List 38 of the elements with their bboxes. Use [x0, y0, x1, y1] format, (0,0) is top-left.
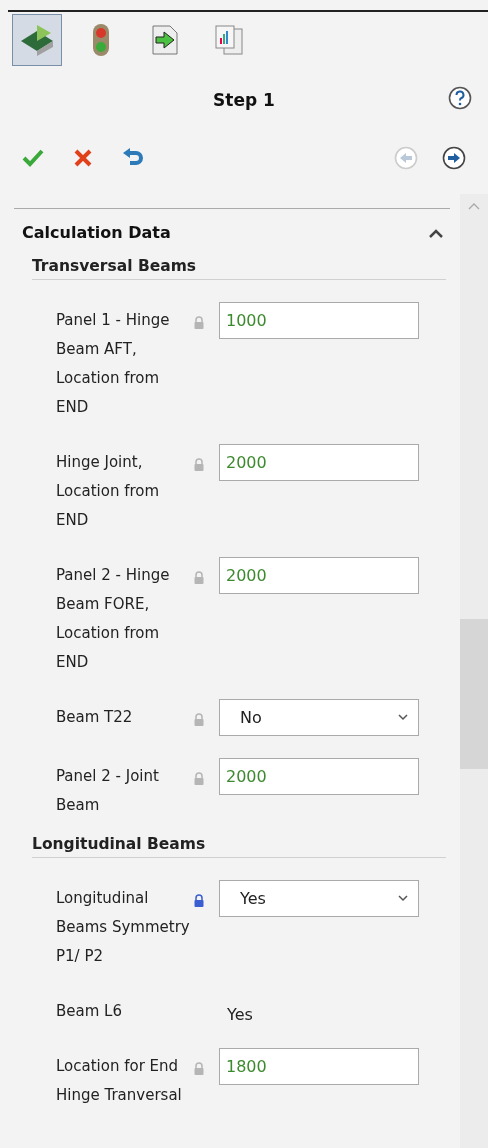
cube-icon [19, 23, 55, 57]
input-field[interactable]: 2000 [219, 444, 419, 481]
field-label: Panel 2 - Hinge Beam FORE, Location from END [56, 565, 171, 673]
forward-button[interactable] [442, 146, 466, 170]
field-label: Hinge Joint, Location from END [56, 452, 161, 531]
close-icon [74, 149, 92, 167]
accept-button[interactable] [22, 149, 44, 167]
input-field[interactable]: 1800 [219, 1048, 419, 1085]
input-field[interactable]: 2000 [219, 758, 419, 795]
field-value: Yes [226, 1004, 254, 1024]
dropdown[interactable]: No [219, 699, 419, 736]
help-icon[interactable] [448, 86, 472, 110]
chart-document-icon [214, 24, 244, 56]
document-arrow-icon [151, 24, 179, 56]
chevron-down-icon [398, 714, 408, 721]
field-label: Panel 2 - Joint Beam [56, 766, 160, 816]
section-title: Calculation Data [22, 223, 171, 242]
undo-icon [122, 148, 144, 168]
input-field[interactable]: 2000 [219, 557, 419, 594]
step-title: Step 1 [213, 90, 275, 110]
chevron-up-icon[interactable] [428, 227, 444, 238]
scrollbar[interactable] [460, 194, 488, 1148]
input-field[interactable]: 1000 [219, 302, 419, 339]
group-title: Transversal Beams [32, 257, 197, 275]
chevron-down-icon [398, 895, 408, 902]
field-label: Panel 1 - Hinge Beam AFT, Location from END [56, 310, 171, 418]
field-label: Beam T22 [56, 707, 134, 728]
cancel-button[interactable] [74, 149, 92, 167]
checkmark-icon [22, 149, 44, 167]
toolbar-button[interactable] [12, 14, 62, 66]
field-label: Longitudinal Beams Symmetry P1/ P2 [56, 888, 191, 967]
field-label: Beam L6 [56, 1001, 123, 1022]
traffic-light-icon [92, 23, 110, 57]
dropdown[interactable]: Yes [219, 880, 419, 917]
group-title: Longitudinal Beams [32, 835, 206, 853]
undo-button[interactable] [122, 148, 144, 168]
scroll-thumb[interactable] [460, 619, 488, 769]
field-label: Location for End Hinge Tranversal [56, 1056, 183, 1106]
